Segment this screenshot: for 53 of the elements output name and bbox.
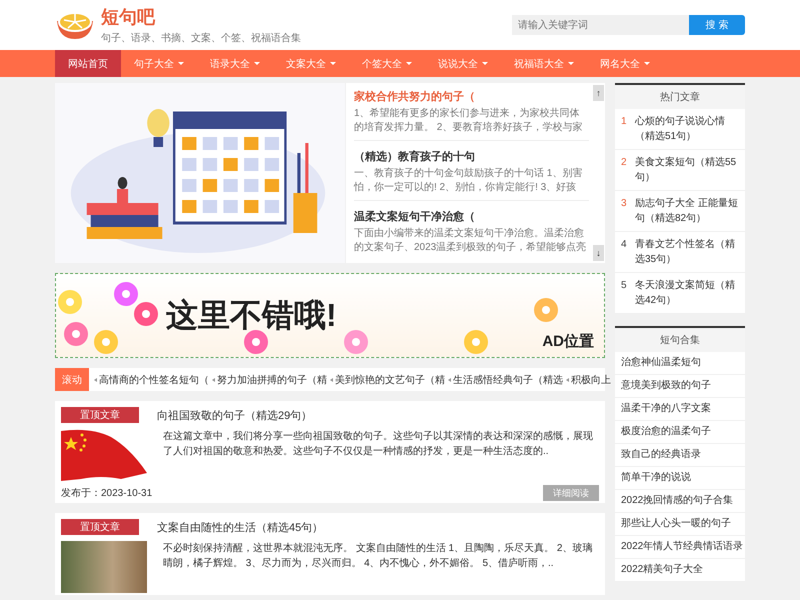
collection-link[interactable]: 意境美到极致的句子 — [615, 375, 745, 398]
ticker-link[interactable]: 努力加油拼搏的句子（精 — [217, 372, 327, 386]
hot-article-link[interactable]: 青春文艺个性签名（精选35句） — [635, 237, 739, 267]
bullet-icon — [566, 378, 569, 382]
panel-title: 热门文章 — [615, 85, 745, 109]
site-tagline: 句子、语录、书摘、文案、个签、祝福语合集 — [101, 32, 301, 45]
bullet-icon — [330, 378, 333, 382]
featured-excerpt: 一、教育孩子的十句金句鼓励孩子的十句话 1、别害怕，你一定可以的! 2、别怕，你肯定能行! 3、好孩 — [354, 167, 584, 194]
hot-article-link[interactable]: 冬天浪漫文案简短（精选42句） — [635, 278, 739, 308]
scroll-down-button[interactable]: ↓ — [593, 245, 604, 261]
rank-number: 5 — [621, 279, 628, 293]
collection-link[interactable]: 那些让人心头一暖的句子 — [615, 513, 745, 536]
ticker-label: 滚动 — [55, 368, 89, 391]
collection-link[interactable]: 2022精美句子大全 — [615, 559, 745, 582]
collection-link[interactable]: 治愈神仙温柔短句 — [615, 352, 745, 375]
featured-excerpt: 下面由小编带来的温柔文案短句干净治愈。温柔治愈的文案句子、2023温柔到极致的句子，希望能够点亮 — [354, 227, 588, 254]
article-summary: 在这篇文章中，我们将分享一些向祖国致敬的句子。这些句子以其深情的表达和深深的感慨，展现了人们对祖国的敬意和热爱。这些句子不仅仅是一种情感的抒发，更是一种生活态度的.. — [162, 430, 594, 459]
ticker-link[interactable]: 积极向上 — [571, 372, 611, 386]
rank-number: 3 — [621, 197, 628, 211]
bullet-icon — [94, 378, 97, 382]
rank-number: 1 — [621, 115, 628, 129]
rank-number: 4 — [621, 238, 628, 252]
hot-article-link[interactable]: 美食文案短句（精选55句） — [635, 155, 739, 185]
ticker-link[interactable]: 高情商的个性签名短句（ — [99, 372, 209, 386]
ticker-link[interactable]: 生活感悟经典句子（精选 — [453, 372, 563, 386]
ad-label: AD位置 — [542, 332, 594, 351]
ticker-link[interactable]: 美到惊艳的文艺句子（精 — [335, 372, 445, 386]
featured-title[interactable]: （精选）教育孩子的十句 — [354, 149, 589, 164]
featured-excerpt: 1、希望能有更多的家长们参与进来，为家校共同体的培育发挥力量。 2、要教育培养好孩子，学校与家 — [354, 107, 584, 134]
hot-article-link[interactable]: 心烦的句子说说心情（精选51句） — [635, 114, 739, 144]
collection-link[interactable]: 2022年情人节经典情话语录 — [615, 536, 745, 559]
pinned-badge: 置顶文章 — [61, 519, 139, 535]
collection-link[interactable]: 温柔干净的八字文案 — [615, 398, 745, 421]
search-field[interactable]: 请输入关键字词 — [512, 15, 689, 35]
collection-link[interactable]: 2022挽回情感的句子合集 — [615, 490, 745, 513]
article-title[interactable]: 向祖国致敬的句子（精选29句） — [157, 408, 599, 422]
collection-link[interactable]: 简单干净的说说 — [615, 467, 745, 490]
scroll-up-button[interactable]: ↑ — [593, 85, 604, 101]
article-summary: 不必时刻保持清醒，这世界本就混沌无序。 文案自由随性的生活 1、且陶陶，乐尽天真。 2、玻璃晴朗，橘子辉煌。 3、尽力而为，尽兴而归。 4、内不愧心，外不媚俗。 5、借庐听雨，.. — [162, 542, 594, 571]
publish-date: 发布于：2023-10-31 — [61, 487, 152, 500]
featured-title[interactable]: 温柔文案短句干净治愈（ — [354, 209, 589, 224]
hot-article-link[interactable]: 励志句子大全 正能量短句（精选82句） — [635, 196, 739, 226]
ad-headline: 这里不错哦! — [166, 296, 337, 334]
collection-link[interactable]: 致自己的经典语录 — [615, 444, 745, 467]
collection-link[interactable]: 极度治愈的温柔句子 — [615, 421, 745, 444]
nav-item[interactable]: 网站首页 — [55, 50, 121, 77]
article-title[interactable]: 文案自由随性的生活（精选45句） — [157, 520, 599, 534]
panel-title: 短句合集 — [615, 328, 745, 352]
bullet-icon — [448, 378, 451, 382]
bullet-icon — [212, 378, 215, 382]
rank-number: 2 — [621, 156, 628, 170]
pinned-badge: 置顶文章 — [61, 407, 139, 423]
ad-banner[interactable]: 这里不错哦! AD位置 — [55, 273, 605, 358]
